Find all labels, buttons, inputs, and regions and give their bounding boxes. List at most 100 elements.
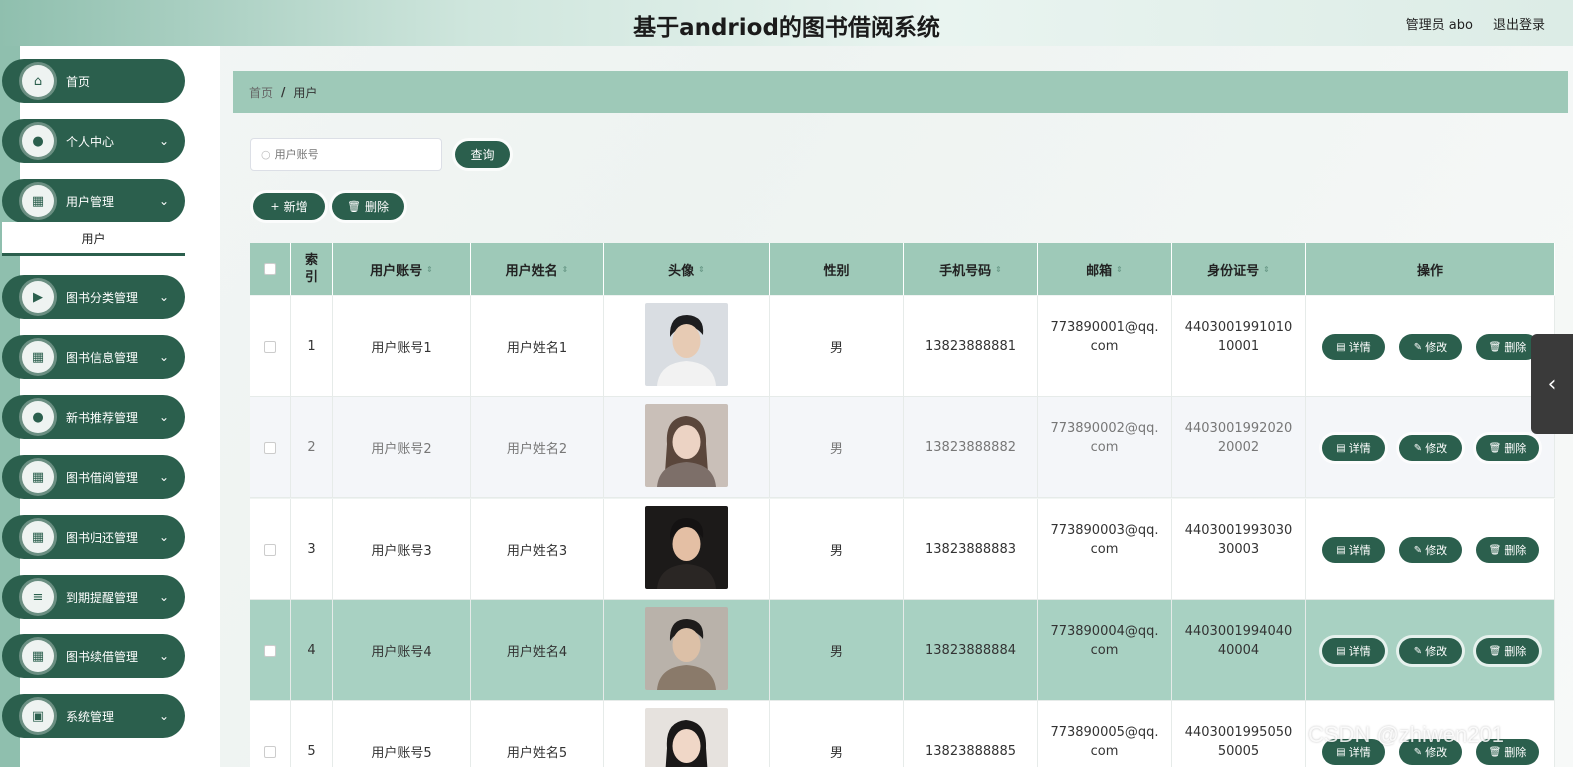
table-row: 3 用户账号3 用户姓名3 男 13823888883 773890003@qq.com… <box>250 499 1555 600</box>
cell-text: 用户账号2 <box>371 442 432 457</box>
edit-button[interactable]: ✎ 修改 <box>1399 334 1462 360</box>
delete-button[interactable]: 🗑 删除 <box>1476 334 1539 360</box>
edit-button[interactable]: ✎ 修改 <box>1399 537 1462 563</box>
sidebar-item-8[interactable]: ≡ 到期提醒管理 ⌄ <box>2 575 185 619</box>
row-checkbox[interactable] <box>264 441 276 454</box>
row-select-cell[interactable] <box>250 701 291 767</box>
detail-button[interactable]: ▤ 详情 <box>1322 638 1385 664</box>
chevron-down-icon: ⌄ <box>158 290 169 304</box>
sort-icon[interactable]: ⇕ <box>562 265 569 274</box>
avatar[interactable] <box>645 607 728 694</box>
detail-button[interactable]: ▤ 详情 <box>1322 334 1385 360</box>
select-all-checkbox[interactable] <box>264 263 276 275</box>
column-header[interactable]: 用户账号 ⇕ <box>333 243 471 295</box>
avatar[interactable] <box>645 404 728 491</box>
sidebar-subitem-user[interactable]: 用户 <box>2 222 185 256</box>
sort-icon[interactable]: ⇕ <box>1116 265 1123 274</box>
search-input[interactable] <box>274 148 425 161</box>
row-checkbox[interactable] <box>264 543 276 556</box>
delete-button[interactable]: 🗑 删除 <box>1476 537 1539 563</box>
column-header-label: 用户账号 <box>370 263 423 279</box>
chevron-left-icon: ‹ <box>1547 371 1557 397</box>
row-checkbox[interactable] <box>264 745 276 758</box>
detail-button[interactable]: ▤ 详情 <box>1322 435 1385 461</box>
cell-text: 440300199303030003 <box>1184 522 1293 557</box>
column-header[interactable]: 用户姓名 ⇕ <box>471 243 604 295</box>
cell-email: 773890003@qq.com <box>1038 499 1172 600</box>
sidebar-item-label: 用户管理 <box>66 194 115 209</box>
cell-text: 用户姓名4 <box>506 645 568 660</box>
edit-icon: ✎ <box>1413 442 1423 454</box>
row-select-cell[interactable] <box>250 499 291 600</box>
delete-button-label: 删除 <box>1504 341 1527 354</box>
sidebar-item-0[interactable]: ⌂ 首页 <box>2 59 185 103</box>
sort-icon[interactable]: ⇕ <box>995 265 1002 274</box>
edit-icon: ✎ <box>1413 746 1423 758</box>
document-icon: ▤ <box>1336 645 1346 657</box>
side-collapse-tab[interactable]: ‹ <box>1531 334 1573 434</box>
cell-text: 773890005@qq.com <box>1050 724 1159 759</box>
column-header[interactable]: 性别 <box>770 243 904 295</box>
cell-phone: 13823888885 <box>904 701 1038 767</box>
sort-icon[interactable]: ⇕ <box>698 265 705 274</box>
edit-icon: ✎ <box>1413 645 1423 657</box>
home-icon: ⌂ <box>22 65 54 97</box>
trash-icon: 🗑 <box>1488 544 1502 556</box>
delete-button[interactable]: 🗑 删除 <box>1476 638 1539 664</box>
sidebar-item-3[interactable]: ▶ 图书分类管理 ⌄ <box>2 275 185 319</box>
cell-text: 13823888881 <box>925 339 1016 354</box>
sidebar-item-1[interactable]: ● 个人中心 ⌄ <box>2 119 185 163</box>
column-header[interactable]: 头像 ⇕ <box>604 243 770 295</box>
row-select-cell[interactable] <box>250 397 291 498</box>
logout-link[interactable]: 退出登录 <box>1493 14 1545 33</box>
column-header[interactable]: 身份证号 ⇕ <box>1172 243 1306 295</box>
user-icon: ● <box>22 401 54 433</box>
avatar[interactable] <box>645 303 728 390</box>
add-button-label: 新增 <box>283 200 308 214</box>
sidebar-item-6[interactable]: ▦ 图书借阅管理 ⌄ <box>2 455 185 499</box>
row-checkbox[interactable] <box>264 644 276 657</box>
avatar-cell <box>604 397 770 498</box>
row-select-cell[interactable] <box>250 296 291 397</box>
chevron-down-icon: ⌄ <box>158 470 169 484</box>
column-header[interactable]: 邮箱 ⇕ <box>1038 243 1172 295</box>
breadcrumb-home[interactable]: 首页 <box>249 84 273 101</box>
add-button[interactable]: + 新增 <box>253 193 325 220</box>
delete-button[interactable]: 🗑 删除 <box>1476 435 1539 461</box>
sort-icon[interactable]: ⇕ <box>1263 265 1270 274</box>
sidebar-item-label: 个人中心 <box>66 134 115 149</box>
grid-icon: ▦ <box>22 640 54 672</box>
chevron-down-icon: ⌄ <box>158 709 169 723</box>
cell-text: 773890001@qq.com <box>1050 319 1159 354</box>
row-select-cell[interactable] <box>250 600 291 701</box>
query-button[interactable]: 查询 <box>455 141 510 168</box>
column-header-label: 邮箱 <box>1086 263 1113 279</box>
cell-text: 男 <box>829 544 843 559</box>
detail-button[interactable]: ▤ 详情 <box>1322 537 1385 563</box>
sort-icon[interactable]: ⇕ <box>426 265 433 274</box>
sidebar-item-7[interactable]: ▦ 图书归还管理 ⌄ <box>2 515 185 559</box>
column-header[interactable]: 手机号码 ⇕ <box>904 243 1038 295</box>
cell-gender: 男 <box>770 499 904 600</box>
edit-button[interactable]: ✎ 修改 <box>1399 435 1462 461</box>
batch-delete-button[interactable]: 🗑 删除 <box>332 193 404 220</box>
sidebar-item-10[interactable]: ▣ 系统管理 ⌄ <box>2 694 185 738</box>
edit-button[interactable]: ✎ 修改 <box>1399 638 1462 664</box>
grid-icon: ▦ <box>22 521 54 553</box>
sidebar-item-5[interactable]: ● 新书推荐管理 ⌄ <box>2 395 185 439</box>
avatar[interactable] <box>645 708 728 767</box>
sidebar-item-2[interactable]: ▦ 用户管理 ⌄ <box>2 179 185 223</box>
row-checkbox[interactable] <box>264 340 276 353</box>
sidebar-item-4[interactable]: ▦ 图书信息管理 ⌄ <box>2 335 185 379</box>
cell-id-card: 440300199505050005 <box>1172 701 1306 767</box>
cell-text: 男 <box>829 341 843 356</box>
actions-cell: ▤ 详情 ✎ 修改 🗑 删除 <box>1306 397 1555 498</box>
header-select-all[interactable] <box>250 243 291 295</box>
breadcrumb-separator: / <box>281 85 286 99</box>
cell-text: 13823888882 <box>925 440 1016 455</box>
search-field[interactable]: ○ <box>250 138 442 171</box>
avatar[interactable] <box>645 506 728 593</box>
chevron-down-icon: ⌄ <box>158 134 169 148</box>
admin-label[interactable]: 管理员 abo <box>1406 14 1473 33</box>
sidebar-item-9[interactable]: ▦ 图书续借管理 ⌄ <box>2 634 185 678</box>
